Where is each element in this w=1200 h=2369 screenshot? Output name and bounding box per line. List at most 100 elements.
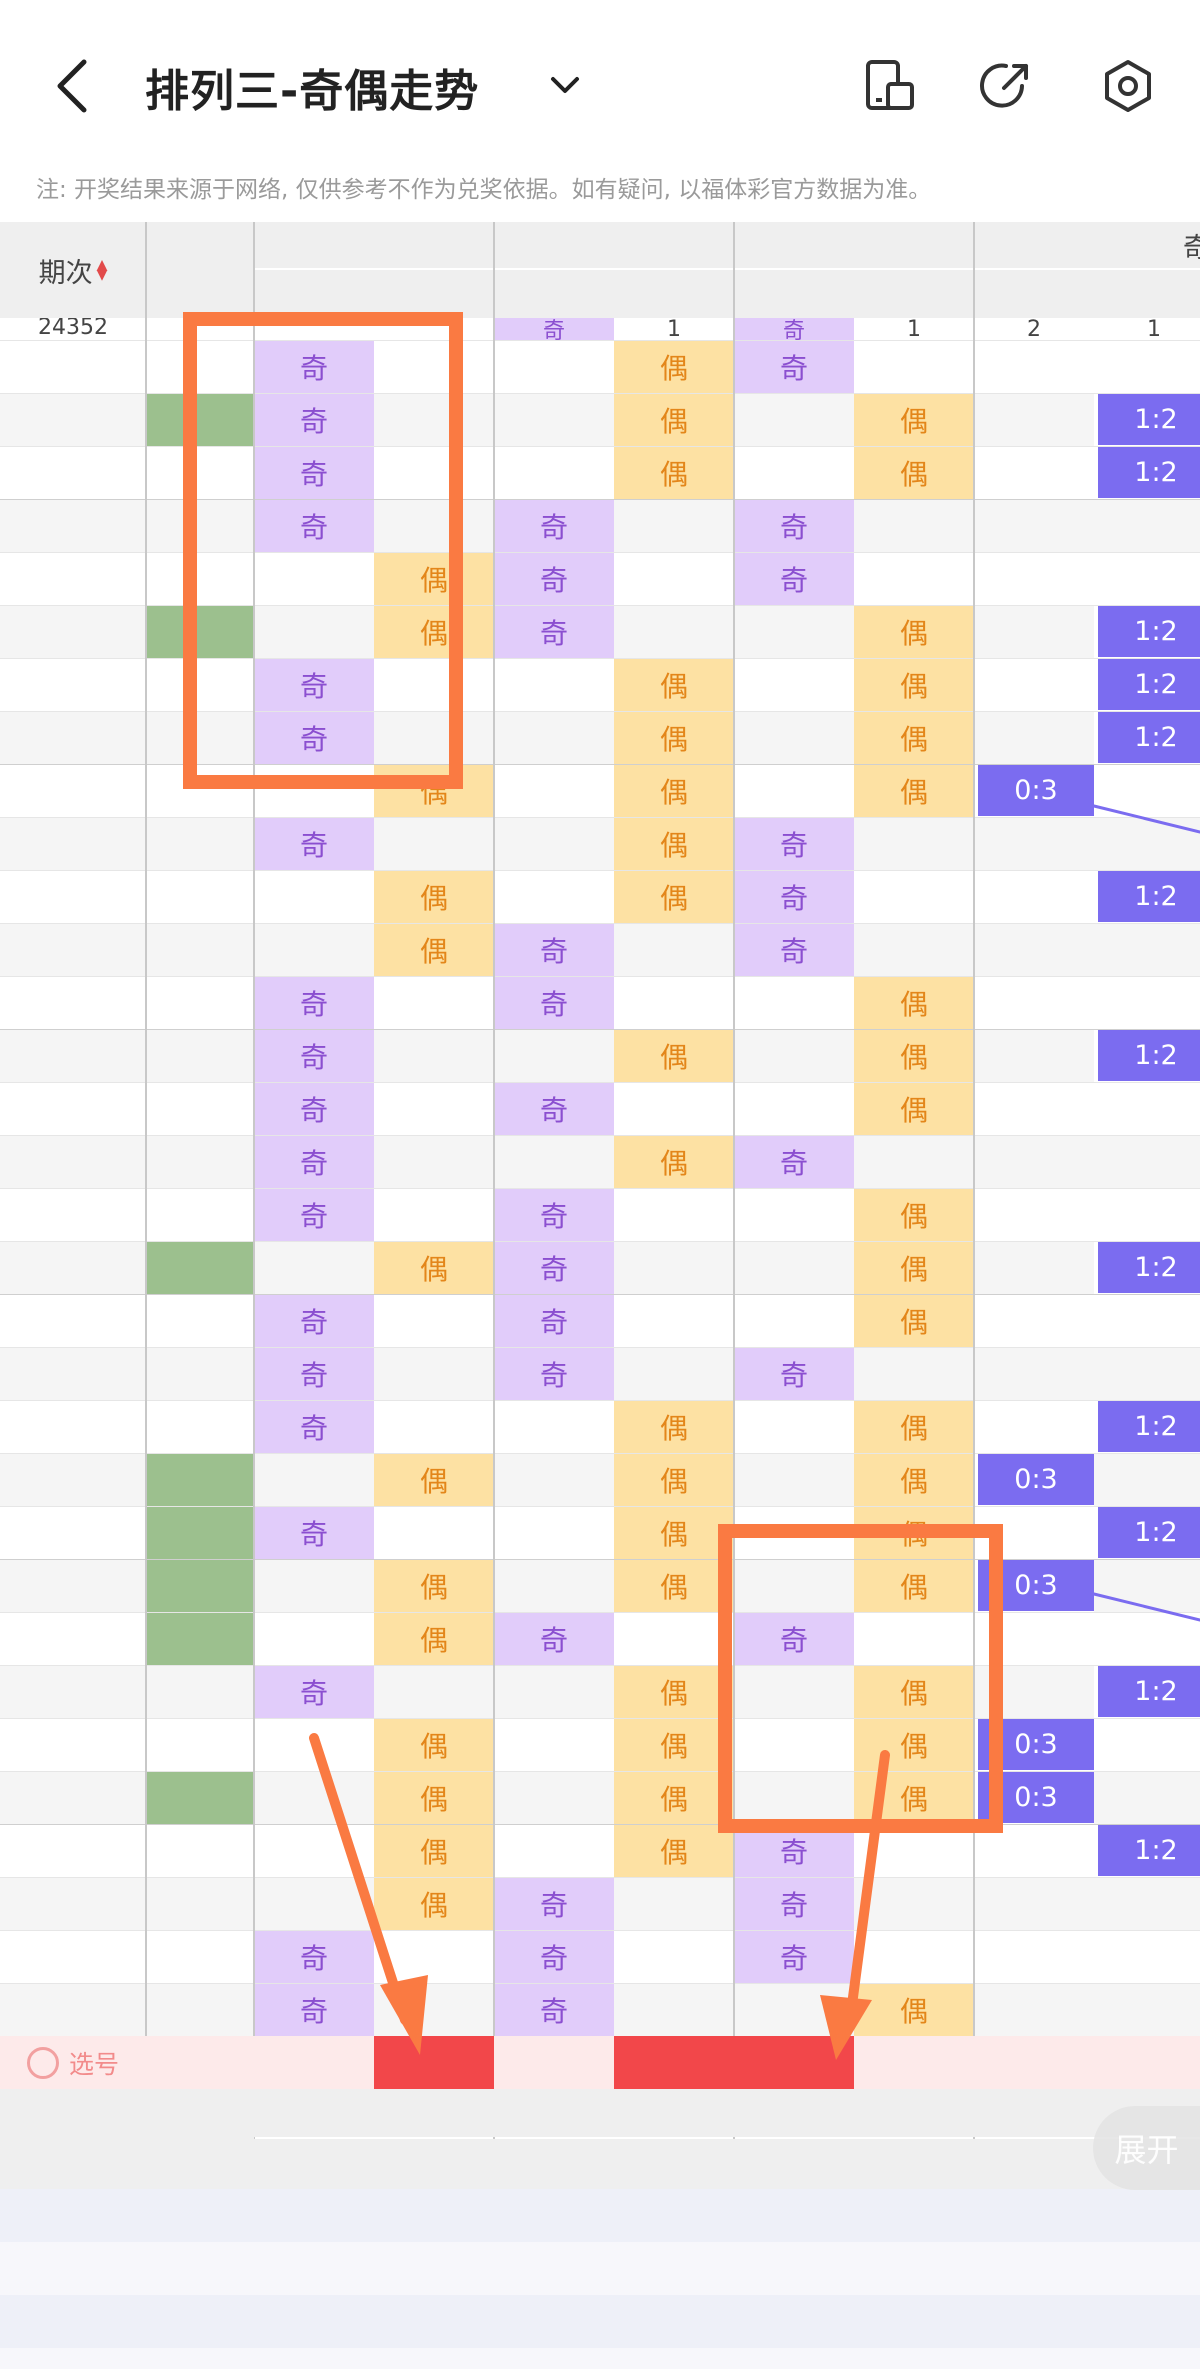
row-period <box>0 393 146 446</box>
odd-hit-cell: 奇 <box>494 976 614 1029</box>
row-prize-number <box>146 923 254 976</box>
select-toggle-4[interactable] <box>734 2036 854 2089</box>
ratio-hit-0-3: 0:3 <box>978 765 1094 816</box>
ratio-miss-0-3 <box>974 817 1094 870</box>
select-toggle-7[interactable] <box>1094 2036 1200 2089</box>
row-period <box>0 658 146 711</box>
even-miss-cell <box>614 976 734 1029</box>
even-miss-cell <box>614 1930 734 1983</box>
row-prize-number <box>146 1930 254 1983</box>
odd-hit-cell: 奇 <box>254 1983 374 2036</box>
row-prize-number <box>146 817 254 870</box>
phone-layout-icon[interactable] <box>862 58 918 114</box>
row-prize-number <box>146 1294 254 1347</box>
odd-hit-cell: 奇 <box>494 923 614 976</box>
even-hit-cell: 偶 <box>854 1983 974 2036</box>
ratio-miss-1-2 <box>1094 976 1200 1029</box>
subheader-odd <box>254 270 374 318</box>
even-hit-cell: 偶 <box>854 1453 974 1506</box>
row-period <box>0 1400 146 1453</box>
row-period <box>0 1453 146 1506</box>
partial-row-period: 24352 <box>38 318 108 340</box>
odd-hit-cell: 奇 <box>494 552 614 605</box>
even-miss-cell <box>854 923 974 976</box>
stat-value <box>734 2348 854 2369</box>
select-toggle-0[interactable] <box>254 2036 374 2089</box>
select-toggle-1[interactable] <box>374 2036 494 2089</box>
stat-value <box>1094 2242 1200 2295</box>
odd-miss-cell <box>734 764 854 817</box>
select-toggle-3[interactable] <box>614 2036 734 2089</box>
even-hit-cell: 偶 <box>614 764 734 817</box>
even-hit-cell: 偶 <box>614 1453 734 1506</box>
odd-miss-cell <box>494 1029 614 1082</box>
even-miss-cell <box>854 1930 974 1983</box>
back-arrow-icon[interactable] <box>50 58 98 114</box>
sort-icon[interactable]: ▲ ▼ <box>97 258 108 282</box>
odd-miss-cell <box>494 1718 614 1771</box>
row-divider <box>0 658 1200 659</box>
expand-button[interactable]: 展开 <box>1093 2106 1200 2190</box>
footer-sub-even <box>854 2139 974 2189</box>
share-icon[interactable] <box>978 58 1034 114</box>
select-toggle-6[interactable] <box>974 2036 1094 2089</box>
even-miss-cell <box>854 817 974 870</box>
ratio-miss-0-3 <box>974 711 1094 764</box>
odd-hit-cell: 奇 <box>734 552 854 605</box>
ratio-miss-1-2 <box>1094 1135 1200 1188</box>
row-divider <box>0 1877 1200 1878</box>
row-divider <box>0 393 1200 394</box>
stat-value <box>974 2348 1094 2369</box>
column-header-period[interactable]: 期次 ▲ ▼ <box>0 222 146 318</box>
odd-hit-cell: 奇 <box>254 1135 374 1188</box>
ratio-miss-0-3 <box>974 1400 1094 1453</box>
footer-sub-even <box>614 2139 734 2189</box>
odd-hit-cell: 奇 <box>734 923 854 976</box>
page-title[interactable]: 排列三-奇偶走势 <box>145 55 479 119</box>
select-toggle-2[interactable] <box>494 2036 614 2089</box>
stat-value <box>1094 2348 1200 2369</box>
ratio-miss-0-3 <box>974 1029 1094 1082</box>
even-hit-cell: 偶 <box>614 340 734 393</box>
stat-dash <box>146 2189 254 2242</box>
even-hit-cell: 偶 <box>374 1453 494 1506</box>
even-miss-cell <box>854 1135 974 1188</box>
row-period <box>0 923 146 976</box>
radio-circle-icon[interactable] <box>26 2046 59 2079</box>
stat-label <box>0 2295 146 2348</box>
select-number-row-label[interactable]: 选号 <box>0 2036 146 2089</box>
row-period <box>0 1771 146 1824</box>
row-period <box>0 1930 146 1983</box>
row-prize-number <box>146 1612 254 1665</box>
ratio-miss-0-3 <box>974 605 1094 658</box>
stat-value <box>254 2348 374 2369</box>
chevron-down-icon[interactable] <box>545 65 585 105</box>
ratio-miss-1-2 <box>1094 1877 1200 1930</box>
row-period <box>0 499 146 552</box>
row-divider <box>0 1082 1200 1083</box>
settings-icon[interactable] <box>1100 58 1156 114</box>
row-period <box>0 605 146 658</box>
select-label: 选号 <box>68 2049 119 2079</box>
select-toggle-5[interactable] <box>854 2036 974 2089</box>
even-miss-cell <box>614 1877 734 1930</box>
stat-value <box>254 2295 374 2348</box>
stat-value <box>374 2189 494 2242</box>
ratio-miss-0-3 <box>974 552 1094 605</box>
odd-miss-cell <box>494 1400 614 1453</box>
even-hit-cell: 偶 <box>854 658 974 711</box>
even-hit-cell: 偶 <box>374 1559 494 1612</box>
ratio-miss-0-3 <box>974 1347 1094 1400</box>
even-miss-cell <box>374 1347 494 1400</box>
even-miss-cell <box>614 605 734 658</box>
even-miss-cell <box>614 1612 734 1665</box>
row-prize-number <box>146 1559 254 1612</box>
even-miss-cell <box>374 817 494 870</box>
row-prize-number <box>146 1135 254 1188</box>
row-period <box>0 1506 146 1559</box>
row-period <box>0 1029 146 1082</box>
even-miss-cell <box>374 1135 494 1188</box>
row-prize-number <box>146 1718 254 1771</box>
even-hit-cell: 偶 <box>854 1188 974 1241</box>
row-period <box>0 1877 146 1930</box>
